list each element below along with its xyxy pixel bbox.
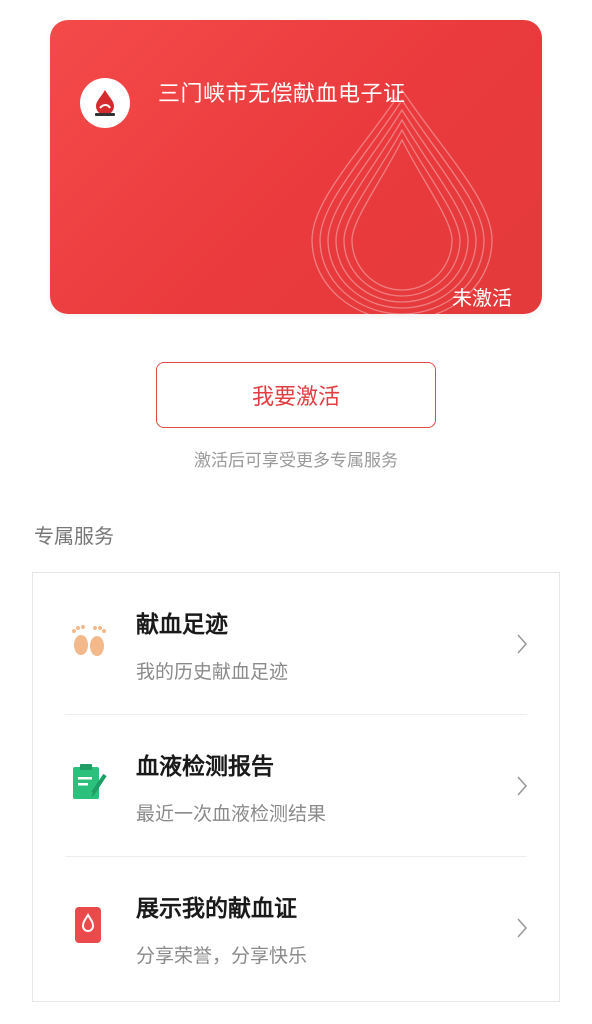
service-desc: 分享荣誉，分享快乐 bbox=[136, 945, 308, 967]
chevron-right-icon bbox=[517, 918, 528, 938]
service-item-show-certificate[interactable]: 展示我的献血证 分享荣誉，分享快乐 bbox=[33, 857, 559, 999]
blood-drop-watermark-icon bbox=[311, 88, 493, 314]
service-name: 展示我的献血证 bbox=[136, 896, 297, 922]
service-item-blood-report[interactable]: 血液检测报告 最近一次血液检测结果 bbox=[33, 715, 559, 857]
chevron-right-icon bbox=[517, 634, 528, 654]
blood-donation-logo bbox=[80, 78, 130, 128]
footprints-icon bbox=[67, 619, 111, 663]
chevron-right-icon bbox=[517, 776, 528, 796]
service-name: 献血足迹 bbox=[136, 612, 228, 638]
page: 三门峡市无偿献血电子证 未激活 我要激活 激活后可享受更多专属服务 专属服务 献 bbox=[0, 0, 592, 1024]
activation-status: 未激活 bbox=[452, 286, 512, 310]
donor-card[interactable]: 三门峡市无偿献血电子证 未激活 bbox=[50, 20, 542, 314]
blood-drop-icon bbox=[67, 903, 111, 947]
activate-button[interactable]: 我要激活 bbox=[156, 362, 436, 428]
services-panel: 献血足迹 我的历史献血足迹 血液检测报告 最近一次血液检测结果 展示我的献血证 … bbox=[32, 572, 560, 1002]
activate-hint: 激活后可享受更多专属服务 bbox=[194, 451, 398, 471]
service-item-donation-history[interactable]: 献血足迹 我的历史献血足迹 bbox=[33, 573, 559, 715]
card-title: 三门峡市无偿献血电子证 bbox=[158, 82, 406, 107]
services-section-title: 专属服务 bbox=[34, 524, 114, 548]
service-desc: 最近一次血液检测结果 bbox=[136, 803, 327, 825]
service-desc: 我的历史献血足迹 bbox=[136, 661, 289, 683]
logo-icon bbox=[95, 90, 115, 116]
service-name: 血液检测报告 bbox=[136, 754, 274, 780]
report-icon bbox=[67, 761, 111, 805]
